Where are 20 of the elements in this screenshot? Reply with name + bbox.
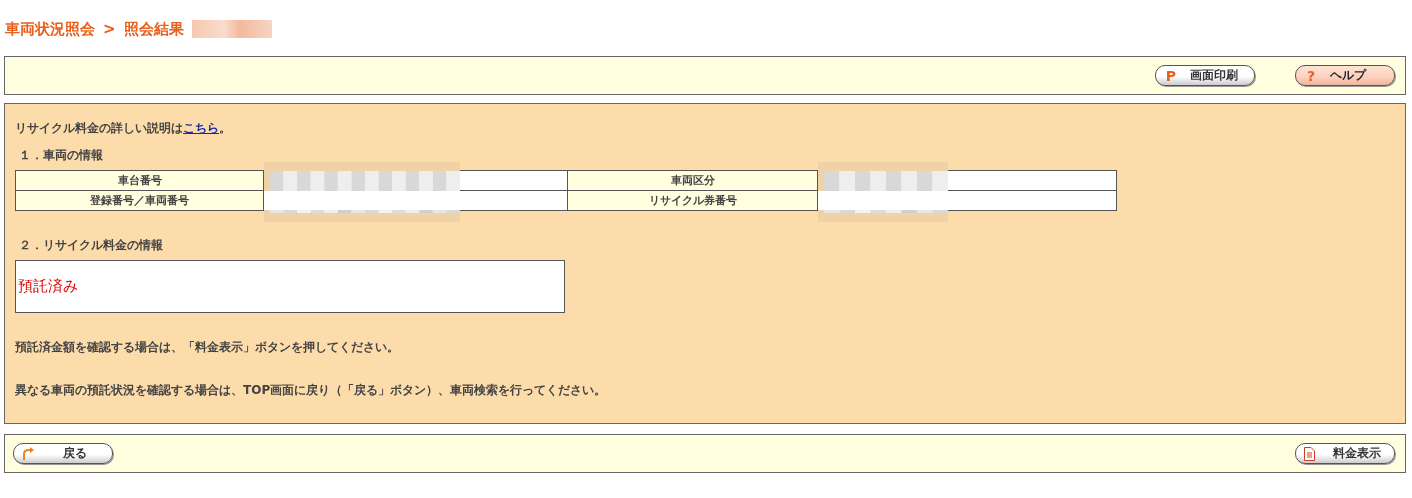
intro-text: リサイクル料金の詳しい説明はこちら。 xyxy=(15,120,232,137)
field-label: 車両区分 xyxy=(567,170,818,191)
help-icon: ? xyxy=(1304,68,1318,83)
print-button[interactable]: P 画面印刷 xyxy=(1155,65,1255,86)
help-button[interactable]: ? ヘルプ xyxy=(1295,65,1395,86)
field-label: 登録番号／車両番号 xyxy=(15,190,264,211)
note-text: 異なる車両の預託状況を確認する場合は、TOP画面に戻り（「戻る」ボタン）、車両検索を行ってください。 xyxy=(15,382,608,399)
print-icon: P xyxy=(1164,68,1178,83)
note-text: 預託済金額を確認する場合は、「料金表示」ボタンを押してください。 xyxy=(15,339,400,356)
back-button[interactable]: 戻る xyxy=(13,443,113,464)
breadcrumb-item: 照会結果 xyxy=(123,19,184,39)
curved-arrow-icon xyxy=(22,446,34,461)
breadcrumb-separator: > xyxy=(103,20,116,38)
fee-button[interactable]: 料金表示 xyxy=(1295,443,1395,464)
document-icon xyxy=(1304,446,1315,461)
field-label: 車台番号 xyxy=(15,170,264,191)
deposit-status: 預託済み xyxy=(15,260,565,313)
section-heading: ２．リサイクル料金の情報 xyxy=(19,237,164,254)
detail-link[interactable]: こちら xyxy=(183,121,219,135)
section-heading: １．車両の情報 xyxy=(19,147,104,164)
